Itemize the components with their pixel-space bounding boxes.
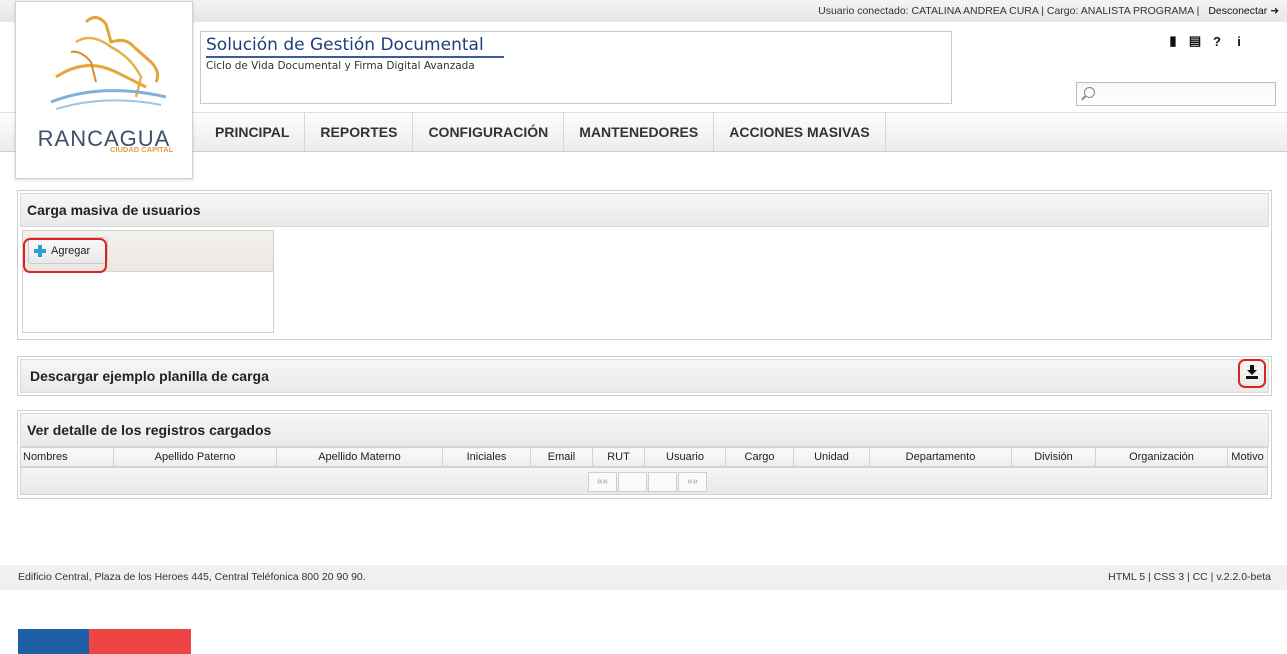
col-usuario[interactable]: Usuario: [644, 447, 726, 467]
top-bar: Usuario conectado: CATALINA ANDREA CURA …: [0, 0, 1287, 23]
logout-label: Desconectar: [1208, 5, 1268, 17]
highlight-add: [23, 238, 107, 273]
logout-icon: ➜: [1270, 5, 1279, 17]
detail-panel: Ver detalle de los registros cargados No…: [17, 410, 1272, 499]
pager-prev-button[interactable]: [618, 472, 647, 492]
app-title: Solución de Gestión Documental: [206, 35, 504, 58]
upload-panel-title: Carga masiva de usuarios: [20, 193, 1269, 227]
info-icon[interactable]: i: [1232, 34, 1246, 49]
col-cargo[interactable]: Cargo: [725, 447, 794, 467]
app-title-box: Solución de Gestión Documental Ciclo de …: [200, 31, 952, 104]
download-panel: Descargar ejemplo planilla de carga: [17, 356, 1272, 396]
pager: «« »»: [20, 467, 1268, 495]
col-departamento[interactable]: Departamento: [869, 447, 1012, 467]
logout-link[interactable]: Desconectar ➜: [1208, 5, 1279, 17]
user-info-text: Usuario conectado: CATALINA ANDREA CURA …: [818, 5, 1200, 17]
main-nav: PRINCIPAL REPORTES CONFIGURACIÓN MANTENE…: [0, 112, 1287, 152]
footer: Edificio Central, Plaza de los Heroes 44…: [0, 565, 1287, 590]
flag-red-stripe: [89, 629, 191, 654]
flag-blue-stripe: [18, 629, 89, 654]
col-unidad[interactable]: Unidad: [793, 447, 870, 467]
logo-subtitle: CIUDAD CAPITAL: [110, 145, 174, 154]
col-rut[interactable]: RUT: [592, 447, 645, 467]
col-apellido-paterno[interactable]: Apellido Paterno: [113, 447, 277, 467]
news-icon[interactable]: ▤: [1188, 33, 1202, 49]
nav-item-acciones-masivas[interactable]: ACCIONES MASIVAS: [714, 113, 886, 151]
col-motivo[interactable]: Motivo: [1227, 447, 1268, 467]
footer-address: Edificio Central, Plaza de los Heroes 44…: [18, 571, 366, 583]
help-icon[interactable]: ?: [1210, 34, 1224, 49]
nav-item-configuracion[interactable]: CONFIGURACIÓN: [413, 113, 565, 151]
col-iniciales[interactable]: Iniciales: [442, 447, 531, 467]
records-table: Nombres Apellido Paterno Apellido Matern…: [20, 447, 1268, 467]
horse-rider-logo-icon: [50, 16, 167, 110]
col-organizacion[interactable]: Organización: [1095, 447, 1228, 467]
user-info: Usuario conectado: CATALINA ANDREA CURA …: [818, 5, 1279, 17]
book-icon[interactable]: ▮: [1166, 33, 1180, 49]
nav-item-reportes[interactable]: REPORTES: [305, 113, 414, 151]
pager-last-button[interactable]: »»: [678, 472, 707, 492]
highlight-download: [1238, 359, 1266, 388]
upload-panel: Carga masiva de usuarios Agregar: [17, 190, 1272, 340]
nav-item-principal[interactable]: PRINCIPAL: [200, 113, 306, 151]
pager-next-button[interactable]: [648, 472, 677, 492]
header-icons: ▮ ▤ ? i: [1166, 33, 1246, 49]
app-subtitle: Ciclo de Vida Documental y Firma Digital…: [206, 60, 475, 72]
col-email[interactable]: Email: [530, 447, 593, 467]
nav-item-mantenedores[interactable]: MANTENEDORES: [564, 113, 715, 151]
col-nombres[interactable]: Nombres: [20, 447, 114, 467]
logo[interactable]: RANCAGUA CIUDAD CAPITAL: [15, 1, 193, 179]
col-apellido-materno[interactable]: Apellido Materno: [276, 447, 443, 467]
detail-panel-title: Ver detalle de los registros cargados: [20, 413, 1269, 447]
pager-first-button[interactable]: ««: [588, 472, 617, 492]
col-division[interactable]: División: [1011, 447, 1096, 467]
search-input[interactable]: [1076, 82, 1276, 106]
download-panel-title: Descargar ejemplo planilla de carga: [20, 359, 1269, 393]
search-icon: [1084, 87, 1095, 98]
footer-version: HTML 5 | CSS 3 | CC | v.2.2.0-beta: [1108, 571, 1271, 583]
